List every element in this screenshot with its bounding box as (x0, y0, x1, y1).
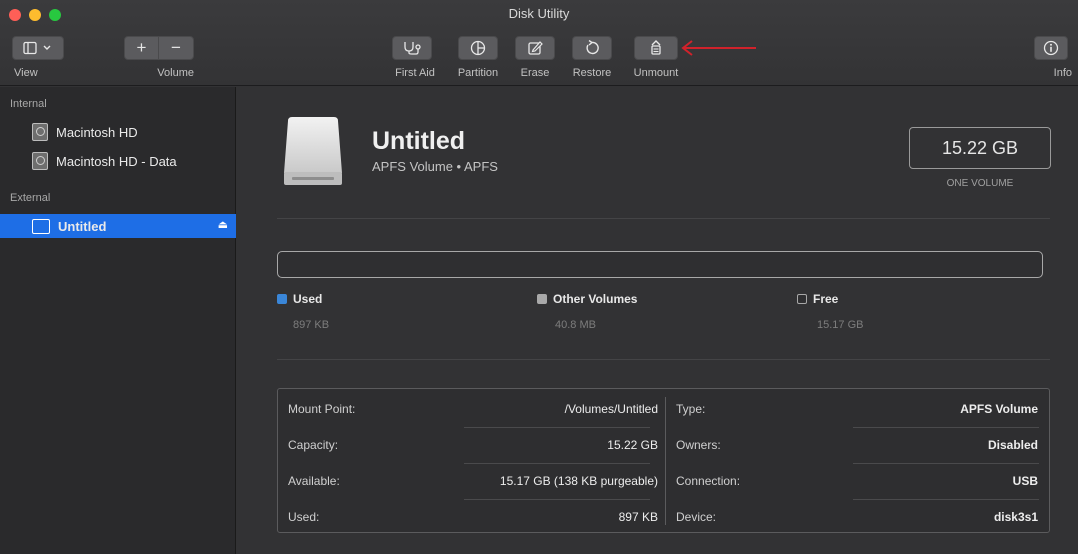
type-key: Type: (676, 402, 706, 416)
table-row: Used: 897 KB (288, 499, 658, 535)
capacity-box: 15.22 GB (909, 127, 1051, 169)
capacity-key: Capacity: (288, 438, 339, 452)
erase-label: Erase (520, 67, 550, 79)
owners-value: Disabled (987, 438, 1038, 452)
legend-other-volumes: Other Volumes (537, 292, 637, 306)
toolbar: Disk Utility View + − Volume First Aid P… (0, 0, 1078, 86)
legend-free-label: Free (813, 292, 839, 306)
column-divider (665, 397, 666, 525)
legend-used-label: Used (293, 292, 323, 306)
free-swatch (797, 294, 807, 304)
disk-utility-window: Disk Utility View + − Volume First Aid P… (0, 0, 1078, 554)
sidebar-header-external: External (10, 192, 51, 204)
window-title: Disk Utility (508, 6, 570, 21)
type-value: APFS Volume (960, 402, 1038, 416)
divider (277, 218, 1050, 219)
used-value-info: 897 KB (618, 510, 658, 524)
connection-key: Connection: (676, 474, 741, 488)
info-circle-icon (1043, 40, 1059, 56)
eject-icon[interactable]: ⏏ (218, 218, 228, 231)
device-key: Device: (676, 510, 717, 524)
used-key: Used: (288, 510, 320, 524)
volume-segmented-control: + − (124, 36, 194, 60)
used-swatch (277, 294, 287, 304)
sidebar-item-label: Macintosh HD (56, 124, 138, 140)
table-row: Type: APFS Volume (676, 391, 1038, 427)
partition-button[interactable] (458, 36, 498, 60)
view-button[interactable] (12, 36, 64, 60)
used-value: 897 KB (293, 319, 330, 331)
pie-chart-icon (470, 40, 486, 56)
table-row: Device: disk3s1 (676, 499, 1038, 535)
volume-label: Volume (157, 67, 194, 79)
internal-disk-icon (32, 123, 48, 141)
usage-bar (277, 251, 1043, 278)
volume-name: Untitled (372, 127, 466, 155)
sidebar-header-internal: Internal (10, 98, 47, 110)
restore-button[interactable] (572, 36, 612, 60)
capacity-value: 15.22 GB (607, 438, 658, 452)
restore-arrow-icon (586, 40, 599, 55)
device-value: disk3s1 (993, 510, 1038, 524)
sidebar-toggle-icon (23, 41, 51, 55)
sidebar-item-macintosh-hd-data[interactable]: Macintosh HD - Data (0, 149, 236, 173)
other-volumes-value: 40.8 MB (555, 319, 596, 331)
legend-other-label: Other Volumes (553, 292, 638, 306)
volume-subtitle: APFS Volume • APFS (372, 159, 498, 174)
connection-value: USB (1012, 474, 1038, 488)
external-volume-icon (32, 218, 50, 234)
unmount-icon (651, 40, 661, 55)
divider (277, 359, 1050, 360)
stethoscope-icon (404, 42, 421, 55)
annotation-arrow-icon (681, 40, 756, 56)
mount-point-key: Mount Point: (288, 402, 356, 416)
external-drive-icon (284, 117, 342, 185)
table-row: Capacity: 15.22 GB (288, 427, 658, 463)
internal-disk-icon (32, 152, 48, 170)
available-value: 15.17 GB (138 KB purgeable) (499, 474, 658, 488)
legend-free: Free (797, 292, 838, 306)
table-row: Connection: USB (676, 463, 1038, 499)
table-row: Owners: Disabled (676, 427, 1038, 463)
owners-key: Owners: (676, 438, 721, 452)
capacity-note: ONE VOLUME (946, 178, 1014, 189)
sidebar-item-macintosh-hd[interactable]: Macintosh HD (0, 120, 236, 144)
main-panel: Untitled APFS Volume • APFS 15.22 GB ONE… (237, 87, 1078, 554)
sidebar-item-untitled[interactable]: Untitled ⏏ (0, 214, 236, 238)
view-label: View (14, 67, 38, 79)
sidebar: Internal Macintosh HD Macintosh HD - Dat… (0, 87, 236, 554)
sidebar-item-label: Macintosh HD - Data (56, 153, 177, 169)
remove-volume-button[interactable]: − (159, 37, 193, 59)
sidebar-item-label: Untitled (58, 218, 107, 234)
available-key: Available: (288, 474, 340, 488)
legend-used: Used (277, 292, 322, 306)
unmount-label: Unmount (633, 67, 679, 79)
mount-point-value: /Volumes/Untitled (564, 402, 658, 416)
unmount-button[interactable] (634, 36, 678, 60)
partition-label: Partition (457, 67, 499, 79)
other-volumes-swatch (537, 294, 547, 304)
free-value: 15.17 GB (817, 319, 864, 331)
restore-label: Restore (572, 67, 612, 79)
first-aid-button[interactable] (392, 36, 432, 60)
add-volume-button[interactable]: + (125, 37, 160, 59)
info-button[interactable] (1034, 36, 1068, 60)
volume-info-table: Mount Point: /Volumes/Untitled Capacity:… (277, 388, 1050, 533)
table-row: Available: 15.17 GB (138 KB purgeable) (288, 463, 658, 499)
table-row: Mount Point: /Volumes/Untitled (288, 391, 658, 427)
info-label: Info (1053, 67, 1072, 79)
erase-disk-icon (528, 41, 543, 55)
erase-button[interactable] (515, 36, 555, 60)
first-aid-label: First Aid (395, 67, 435, 79)
